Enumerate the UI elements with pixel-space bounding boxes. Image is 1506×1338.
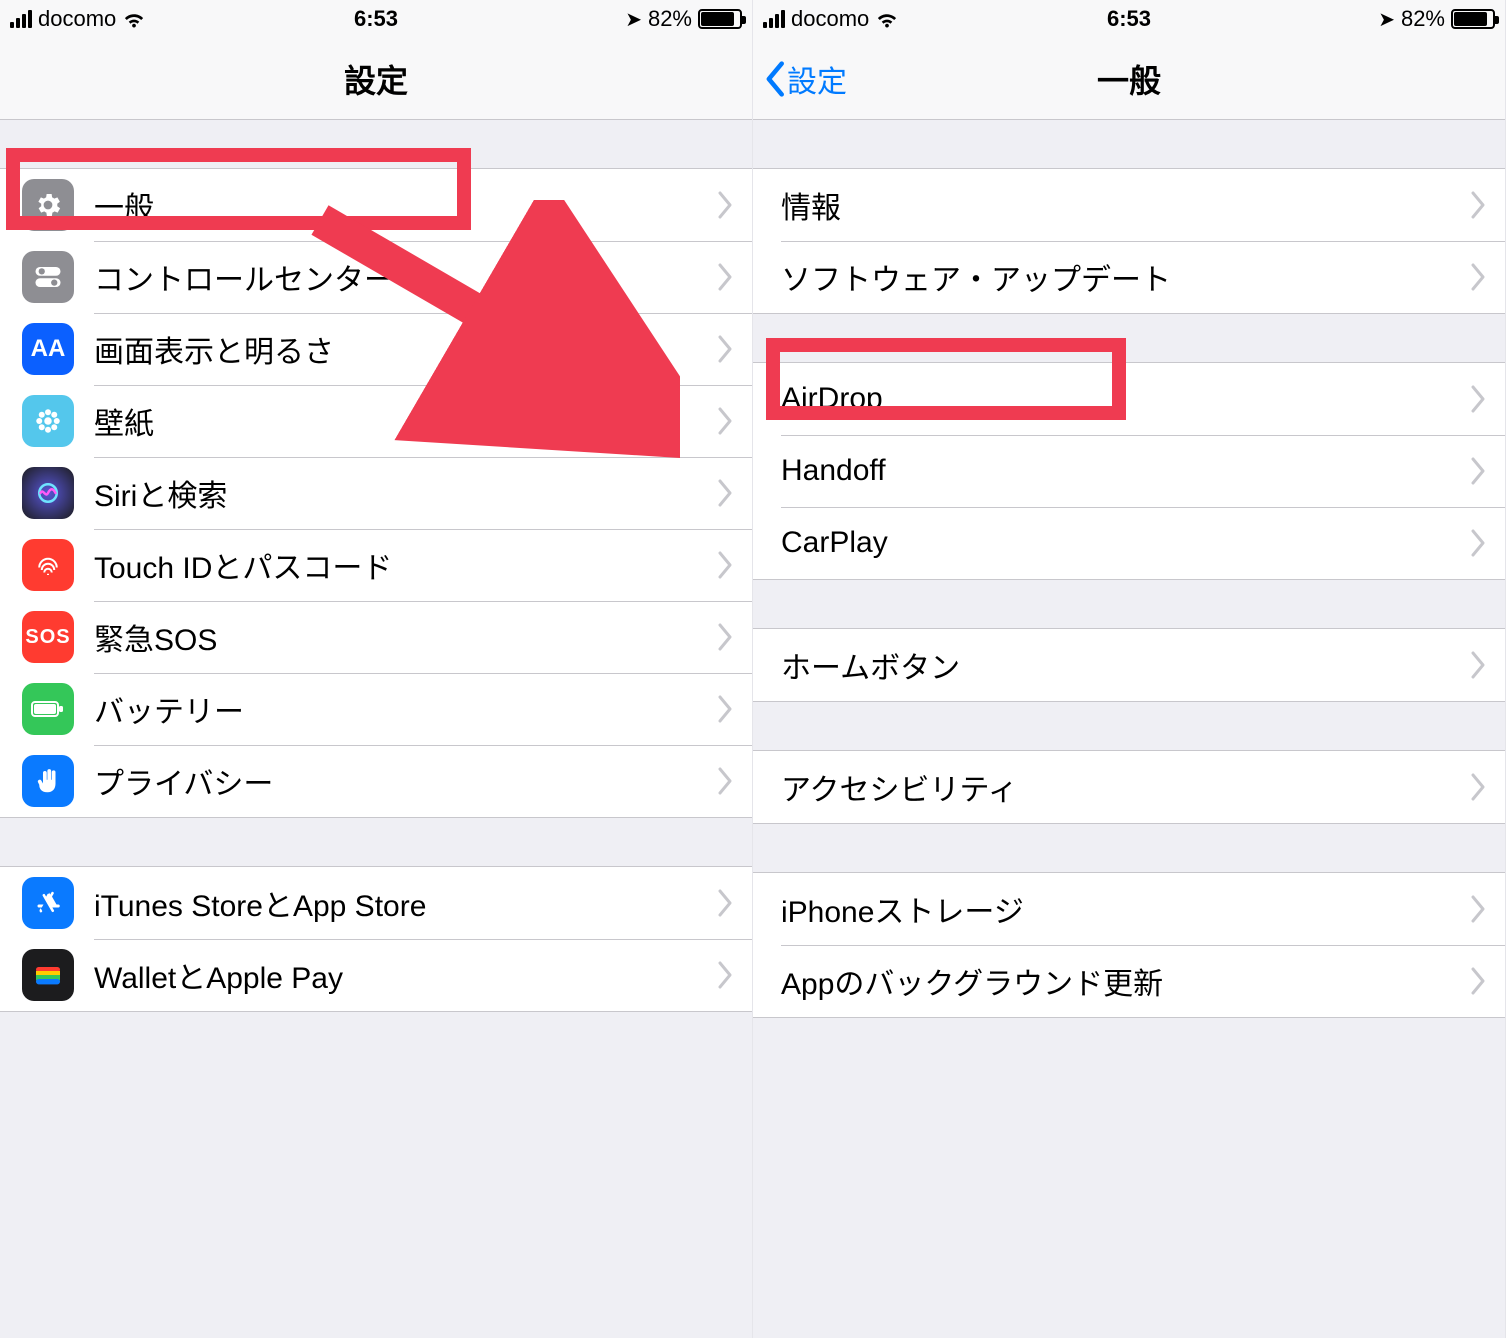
status-bar: docomo 6:53 ➤ 82% bbox=[753, 0, 1505, 38]
row-bg-refresh[interactable]: Appのバックグラウンド更新 bbox=[753, 945, 1505, 1017]
row-label: アクセシビリティ bbox=[753, 765, 1471, 809]
wallet-icon bbox=[22, 949, 74, 1001]
battery-icon bbox=[698, 9, 742, 29]
battery-icon bbox=[1451, 9, 1495, 29]
chevron-right-icon bbox=[1471, 457, 1487, 485]
settings-group: 一般 コントロールセンター AA 画面表示と明るさ bbox=[0, 168, 752, 818]
settings-list: 一般 コントロールセンター AA 画面表示と明るさ bbox=[0, 120, 752, 1338]
row-privacy[interactable]: プライバシー bbox=[0, 745, 752, 817]
row-label: ホームボタン bbox=[753, 643, 1471, 687]
appstore-icon bbox=[22, 877, 74, 929]
row-carplay[interactable]: CarPlay bbox=[753, 507, 1505, 579]
settings-group: iTunes StoreとApp Store WalletとApple Pay bbox=[0, 866, 752, 1012]
row-label: Siriと検索 bbox=[94, 471, 718, 515]
chevron-right-icon bbox=[1471, 651, 1487, 679]
row-label: CarPlay bbox=[753, 526, 1471, 560]
row-airdrop[interactable]: AirDrop bbox=[753, 363, 1505, 435]
hand-icon bbox=[22, 755, 74, 807]
row-label: プライバシー bbox=[94, 759, 718, 803]
chevron-right-icon bbox=[718, 961, 734, 989]
flower-icon bbox=[22, 395, 74, 447]
row-wallpaper[interactable]: 壁紙 bbox=[0, 385, 752, 457]
row-sos[interactable]: SOS 緊急SOS bbox=[0, 601, 752, 673]
chevron-right-icon bbox=[718, 407, 734, 435]
chevron-right-icon bbox=[718, 479, 734, 507]
chevron-right-icon bbox=[718, 623, 734, 651]
battery-icon bbox=[22, 683, 74, 735]
row-label: ソフトウェア・アップデート bbox=[753, 255, 1471, 299]
page-title: 一般 bbox=[1097, 56, 1161, 102]
row-wallet[interactable]: WalletとApple Pay bbox=[0, 939, 752, 1011]
siri-icon bbox=[22, 467, 74, 519]
chevron-right-icon bbox=[718, 695, 734, 723]
chevron-right-icon bbox=[1471, 529, 1487, 557]
chevron-right-icon bbox=[718, 767, 734, 795]
row-itunes[interactable]: iTunes StoreとApp Store bbox=[0, 867, 752, 939]
settings-group: 情報 ソフトウェア・アップデート bbox=[753, 168, 1505, 314]
row-label: Handoff bbox=[753, 454, 1471, 488]
row-storage[interactable]: iPhoneストレージ bbox=[753, 873, 1505, 945]
toggle-icon bbox=[22, 251, 74, 303]
chevron-right-icon bbox=[1471, 385, 1487, 413]
row-label: コントロールセンター bbox=[94, 255, 718, 299]
row-label: iPhoneストレージ bbox=[753, 887, 1471, 931]
navbar: 設定 一般 bbox=[753, 38, 1505, 120]
chevron-right-icon bbox=[1471, 895, 1487, 923]
status-time: 6:53 bbox=[753, 6, 1505, 32]
gear-icon bbox=[22, 179, 74, 231]
settings-group: アクセシビリティ bbox=[753, 750, 1505, 824]
row-general[interactable]: 一般 bbox=[0, 169, 752, 241]
chevron-right-icon bbox=[1471, 263, 1487, 291]
settings-screen: docomo 6:53 ➤ 82% 設定 一般 bbox=[0, 0, 753, 1338]
row-label: Appのバックグラウンド更新 bbox=[753, 959, 1471, 1003]
chevron-right-icon bbox=[718, 191, 734, 219]
sos-icon: SOS bbox=[22, 611, 74, 663]
chevron-right-icon bbox=[718, 263, 734, 291]
row-label: WalletとApple Pay bbox=[94, 953, 718, 997]
general-list: 情報 ソフトウェア・アップデート AirDrop Handoff bbox=[753, 120, 1505, 1338]
page-title: 設定 bbox=[344, 56, 408, 102]
row-handoff[interactable]: Handoff bbox=[753, 435, 1505, 507]
row-label: 緊急SOS bbox=[94, 615, 718, 659]
row-label: バッテリー bbox=[94, 687, 718, 731]
chevron-right-icon bbox=[1471, 967, 1487, 995]
chevron-right-icon bbox=[718, 889, 734, 917]
chevron-right-icon bbox=[718, 551, 734, 579]
status-time: 6:53 bbox=[0, 6, 752, 32]
fingerprint-icon bbox=[22, 539, 74, 591]
row-touchid[interactable]: Touch IDとパスコード bbox=[0, 529, 752, 601]
status-bar: docomo 6:53 ➤ 82% bbox=[0, 0, 752, 38]
back-label: 設定 bbox=[787, 57, 847, 101]
general-screen: docomo 6:53 ➤ 82% 設定 一般 情報 bbox=[753, 0, 1506, 1338]
row-siri[interactable]: Siriと検索 bbox=[0, 457, 752, 529]
row-label: 画面表示と明るさ bbox=[94, 327, 718, 371]
settings-group: AirDrop Handoff CarPlay bbox=[753, 362, 1505, 580]
navbar: 設定 bbox=[0, 38, 752, 120]
row-battery[interactable]: バッテリー bbox=[0, 673, 752, 745]
row-label: Touch IDとパスコード bbox=[94, 543, 718, 587]
text-size-icon: AA bbox=[22, 323, 74, 375]
row-home-button[interactable]: ホームボタン bbox=[753, 629, 1505, 701]
row-label: iTunes StoreとApp Store bbox=[94, 881, 718, 925]
row-label: AirDrop bbox=[753, 382, 1471, 416]
row-accessibility[interactable]: アクセシビリティ bbox=[753, 751, 1505, 823]
row-display[interactable]: AA 画面表示と明るさ bbox=[0, 313, 752, 385]
chevron-right-icon bbox=[1471, 773, 1487, 801]
chevron-right-icon bbox=[1471, 191, 1487, 219]
chevron-right-icon bbox=[718, 335, 734, 363]
row-label: 一般 bbox=[94, 183, 718, 227]
settings-group: iPhoneストレージ Appのバックグラウンド更新 bbox=[753, 872, 1505, 1018]
settings-group: ホームボタン bbox=[753, 628, 1505, 702]
row-control-center[interactable]: コントロールセンター bbox=[0, 241, 752, 313]
row-software-update[interactable]: ソフトウェア・アップデート bbox=[753, 241, 1505, 313]
row-label: 情報 bbox=[753, 183, 1471, 227]
row-about[interactable]: 情報 bbox=[753, 169, 1505, 241]
back-button[interactable]: 設定 bbox=[763, 38, 847, 119]
row-label: 壁紙 bbox=[94, 399, 718, 443]
